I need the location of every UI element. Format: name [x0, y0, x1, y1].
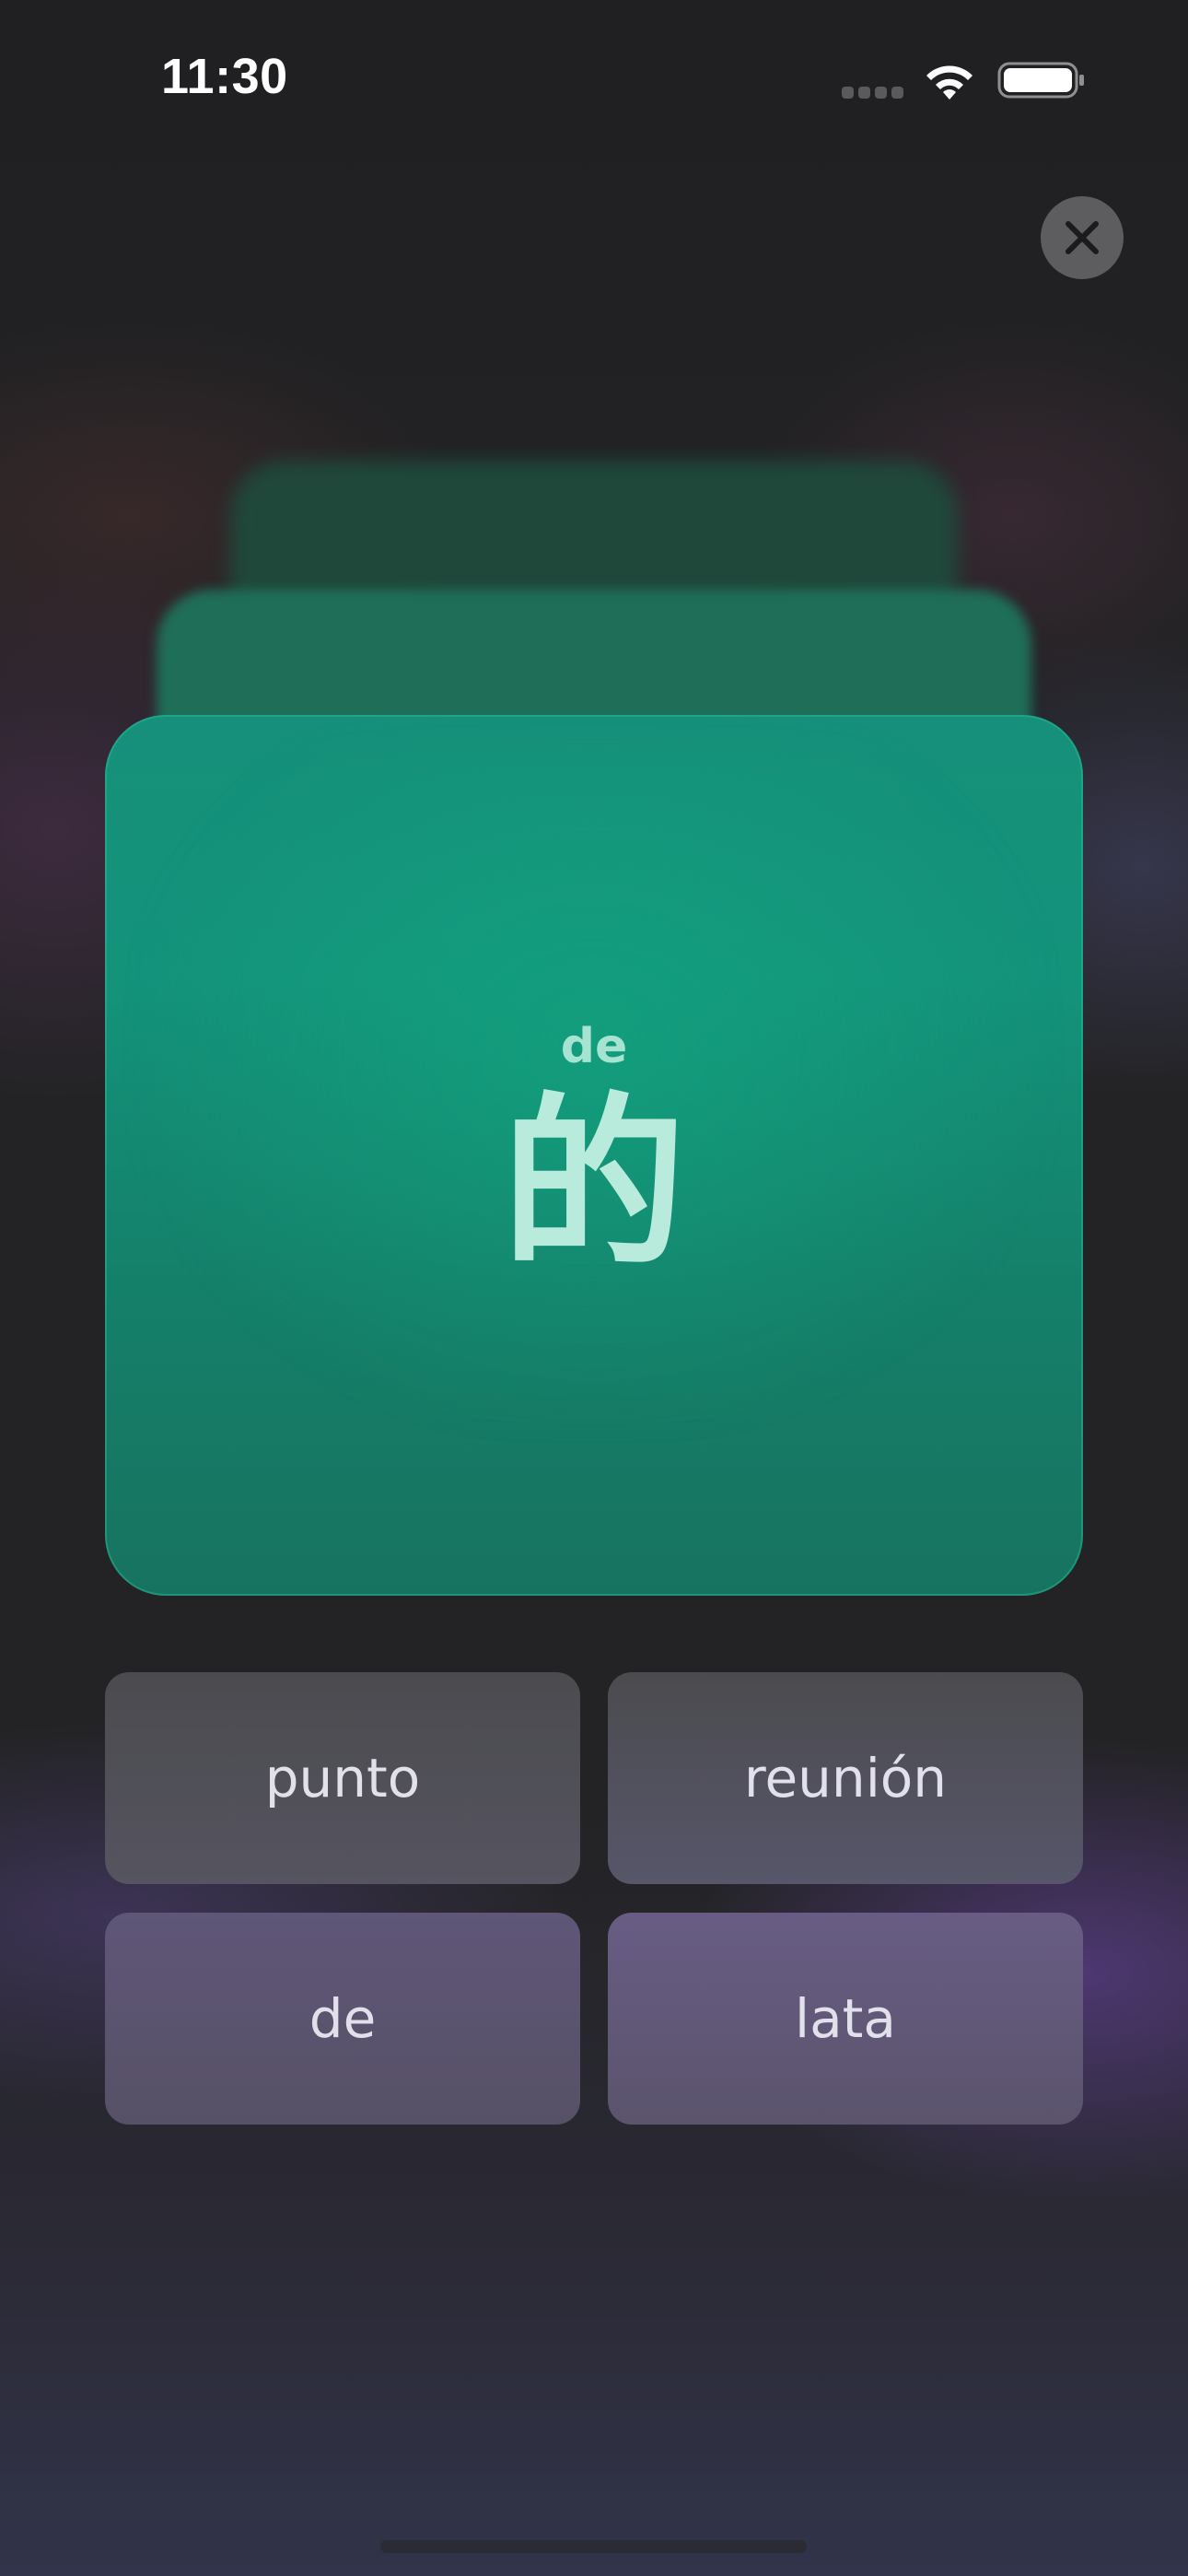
answer-option-reunion[interactable]: reunión: [608, 1672, 1083, 1884]
flashcard-character: 的: [501, 1077, 686, 1292]
battery-full-icon: [997, 62, 1084, 99]
flashcard: de 的: [105, 715, 1083, 1596]
wifi-icon: [926, 65, 973, 100]
cellular-signal-icon: [842, 87, 904, 100]
answer-option-lata[interactable]: lata: [608, 1913, 1083, 2125]
status-time: 11:30: [161, 49, 288, 104]
close-button[interactable]: [1041, 196, 1124, 279]
answer-option-punto[interactable]: punto: [105, 1672, 580, 1884]
answer-option-de[interactable]: de: [105, 1913, 580, 2125]
flashcard-pinyin: de: [560, 1019, 628, 1074]
status-bar: 11:30: [0, 0, 1188, 157]
close-icon: [1066, 221, 1099, 254]
home-indicator[interactable]: [380, 2540, 807, 2553]
quiz-screen: 11:30 de 的 punto reunión de lata: [0, 0, 1188, 2576]
